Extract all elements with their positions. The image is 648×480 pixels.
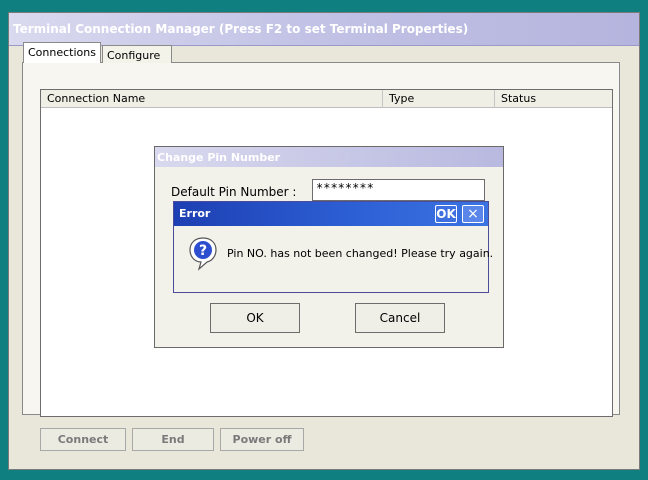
connect-button[interactable]: Connect bbox=[40, 428, 126, 451]
end-button-label: End bbox=[161, 433, 185, 446]
pin-ok-label: OK bbox=[246, 311, 264, 325]
window-titlebar[interactable]: Terminal Connection Manager (Press F2 to… bbox=[9, 13, 639, 46]
column-header-connection-name[interactable]: Connection Name bbox=[41, 90, 383, 108]
power-off-button-label: Power off bbox=[232, 433, 292, 446]
tab-configure[interactable]: Configure bbox=[102, 45, 172, 63]
end-button[interactable]: End bbox=[132, 428, 214, 451]
column-header-type[interactable]: Type bbox=[383, 90, 495, 108]
pin-cancel-label: Cancel bbox=[379, 311, 421, 325]
error-dialog-titlebar[interactable]: Error OK × bbox=[174, 202, 488, 226]
question-icon: ? bbox=[189, 237, 217, 271]
error-dialog: Error OK × ? Pin NO. has not been change… bbox=[173, 201, 493, 293]
svg-text:?: ? bbox=[199, 243, 207, 259]
pin-ok-button[interactable]: OK bbox=[210, 303, 300, 333]
pin-cancel-button[interactable]: Cancel bbox=[355, 303, 445, 333]
default-pin-label: Default Pin Number : bbox=[171, 185, 297, 199]
error-ok-button[interactable]: OK bbox=[435, 205, 457, 223]
error-close-button[interactable]: × bbox=[462, 205, 484, 223]
pin-dialog-title: Change Pin Number bbox=[157, 151, 281, 164]
power-off-button[interactable]: Power off bbox=[220, 428, 304, 451]
connect-button-label: Connect bbox=[57, 433, 109, 446]
column-header-status[interactable]: Status bbox=[495, 90, 612, 108]
tab-connections[interactable]: Connections bbox=[23, 42, 101, 63]
error-dialog-title: Error bbox=[179, 207, 211, 220]
pin-dialog-titlebar[interactable]: Change Pin Number bbox=[155, 147, 503, 167]
list-header: Connection Name Type Status bbox=[41, 90, 612, 108]
window-title: Terminal Connection Manager (Press F2 to… bbox=[13, 22, 469, 36]
close-icon: × bbox=[467, 206, 479, 222]
default-pin-input[interactable]: ******** bbox=[312, 179, 485, 201]
error-message: Pin NO. has not been changed! Please try… bbox=[227, 247, 494, 260]
